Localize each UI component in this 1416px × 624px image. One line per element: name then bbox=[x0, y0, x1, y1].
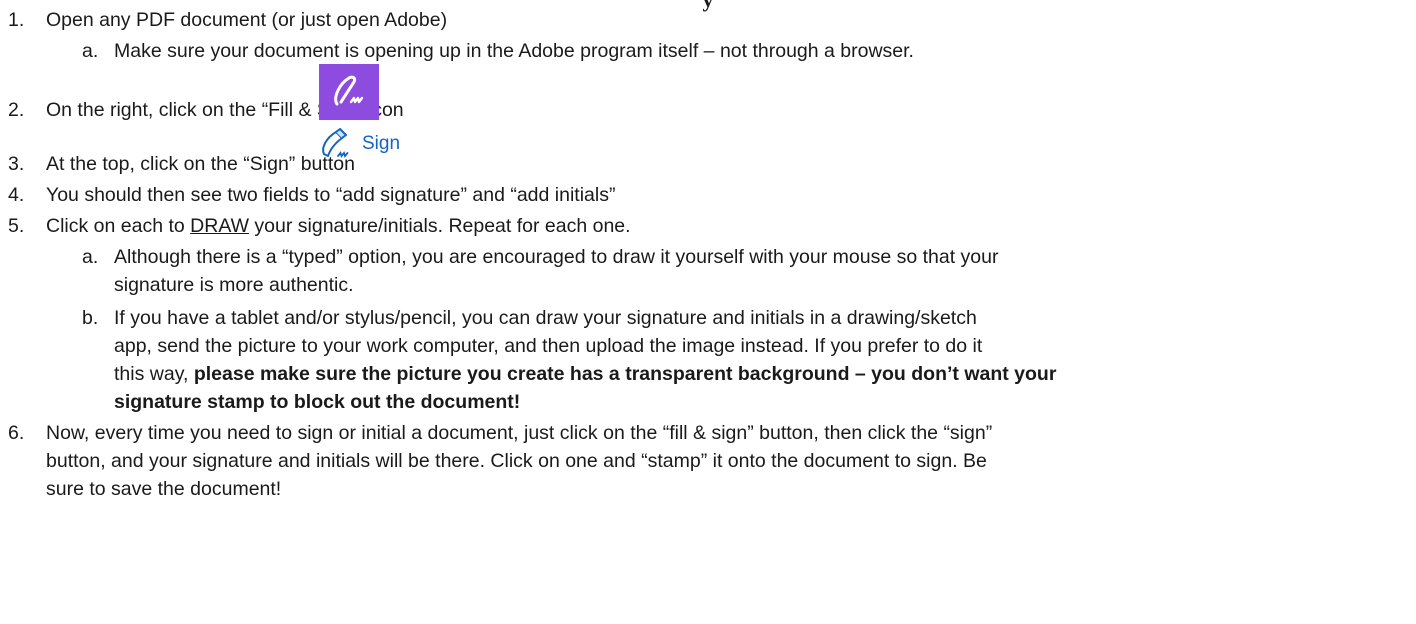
step-number: 6. bbox=[8, 422, 25, 444]
sub-text-line: this way, please make sure the picture y… bbox=[114, 363, 1057, 385]
sub-letter: b. bbox=[82, 307, 99, 329]
step-number: 3. bbox=[8, 153, 25, 175]
step-text-line: sure to save the document! bbox=[46, 478, 282, 500]
step-text: You should then see two fields to “add s… bbox=[46, 184, 616, 206]
step-text-line: Now, every time you need to sign or init… bbox=[46, 422, 993, 444]
draw-emphasis: DRAW bbox=[190, 215, 250, 237]
sign-button-label: Sign bbox=[362, 133, 401, 154]
fill-sign-icon bbox=[319, 64, 379, 120]
step-number: 5. bbox=[8, 215, 25, 237]
step-number: 1. bbox=[8, 9, 25, 31]
sub-text-line: app, send the picture to your work compu… bbox=[114, 335, 983, 357]
step-number: 2. bbox=[8, 99, 25, 121]
step-text-line: button, and your signature and initials … bbox=[46, 450, 987, 472]
warning-text: please make sure the picture you create … bbox=[193, 363, 1057, 385]
sub-text-line: If you have a tablet and/or stylus/penci… bbox=[114, 307, 977, 329]
sign-button: Sign bbox=[318, 128, 400, 160]
step-text: Open any PDF document (or just open Adob… bbox=[46, 9, 448, 31]
sub-letter: a. bbox=[82, 246, 99, 268]
step-number: 4. bbox=[8, 184, 25, 206]
pen-sign-icon bbox=[322, 128, 349, 158]
step-text: Click on each to DRAW your signature/ini… bbox=[46, 215, 631, 237]
document-page: y 1. Open any PDF document (or just open… bbox=[0, 0, 1416, 624]
sub-letter: a. bbox=[82, 40, 99, 62]
warning-text: signature stamp to block out the documen… bbox=[114, 391, 521, 413]
sub-text-line: Although there is a “typed” option, you … bbox=[114, 246, 999, 268]
step-text: At the top, click on the “Sign” button bbox=[46, 153, 355, 175]
sub-text-line: signature is more authentic. bbox=[114, 274, 354, 296]
sub-text: Make sure your document is opening up in… bbox=[114, 40, 914, 62]
